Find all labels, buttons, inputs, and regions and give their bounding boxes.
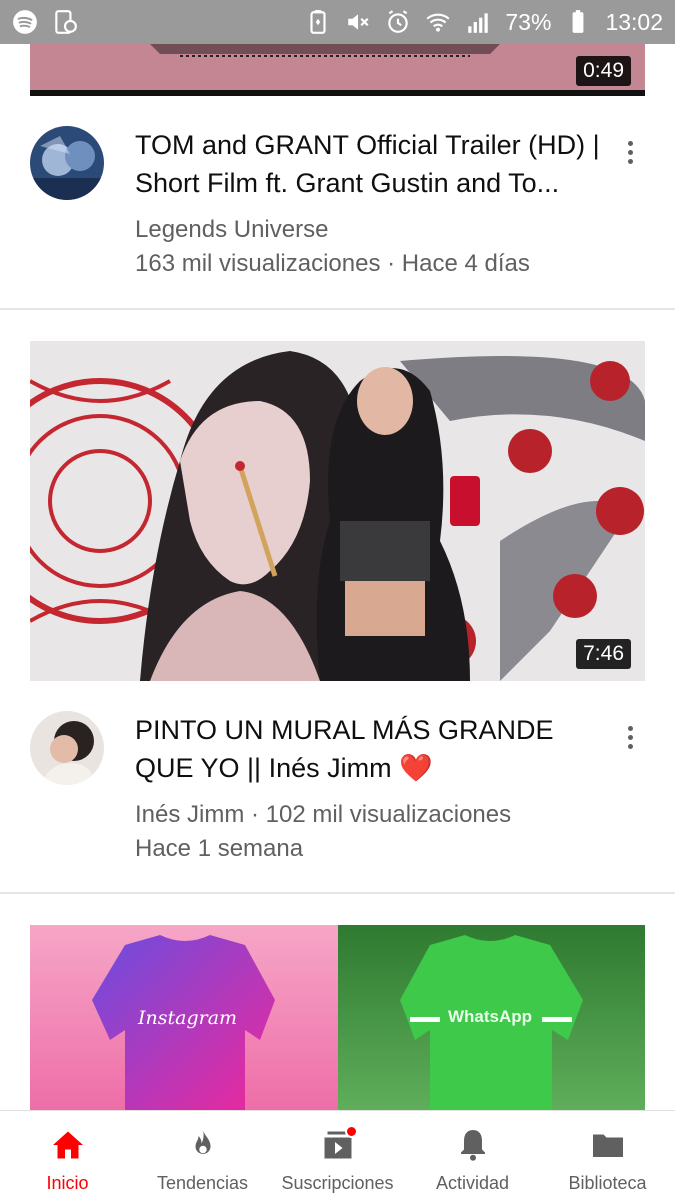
- alarm-icon: [385, 9, 411, 35]
- nav-label: Actividad: [435, 1173, 510, 1193]
- mute-icon: [345, 9, 371, 35]
- video-channel-stats[interactable]: Inés Jimm · 102 mil visualizaciones: [135, 797, 605, 832]
- channel-avatar[interactable]: [30, 126, 104, 200]
- divider: [0, 892, 675, 894]
- subscriptions-icon: [318, 1125, 358, 1165]
- status-bar: 73% 13:02: [0, 0, 675, 44]
- video-upload-date: Hace 1 semana: [135, 835, 304, 862]
- instagram-label: Instagram: [138, 1007, 238, 1029]
- clock: 13:02: [605, 8, 663, 35]
- video-duration: 7:46: [576, 639, 631, 669]
- nav-item-tendencias[interactable]: Tendencias: [135, 1111, 270, 1200]
- nav-label: Inicio: [46, 1173, 89, 1193]
- nav-label: Suscripciones: [281, 1173, 394, 1193]
- bottom-navigation: Inicio Tendencias Suscripciones Activida…: [0, 1110, 675, 1200]
- video-title[interactable]: TOM and GRANT Official Trailer (HD) | Sh…: [135, 126, 605, 202]
- thumbnail-image: [30, 925, 645, 1110]
- nav-item-actividad[interactable]: Actividad: [405, 1111, 540, 1200]
- battery-percent: 73%: [505, 8, 552, 35]
- video-feed[interactable]: 0:49 TOM and GRANT Official Trailer (HD)…: [0, 44, 675, 1110]
- video-meta[interactable]: PINTO UN MURAL MÁS GRANDE QUE YO || Inés…: [30, 709, 645, 889]
- fire-icon: [183, 1125, 223, 1165]
- video-stats: 163 mil visualizaciones · Hace 4 días: [135, 250, 530, 277]
- spotify-icon: [12, 9, 38, 35]
- notification-dot: [344, 1125, 358, 1138]
- bell-icon: [453, 1125, 493, 1165]
- folder-icon: [588, 1125, 628, 1165]
- wifi-icon: [425, 9, 451, 35]
- more-options-button[interactable]: [615, 132, 645, 172]
- nav-label: Tendencias: [156, 1173, 249, 1193]
- nav-item-biblioteca[interactable]: Biblioteca: [540, 1111, 675, 1200]
- video-meta[interactable]: TOM and GRANT Official Trailer (HD) | Sh…: [30, 124, 645, 304]
- video-thumbnail[interactable]: 0:49: [30, 44, 645, 96]
- battery-icon: [565, 9, 591, 35]
- whatsapp-label: WhatsApp: [448, 1007, 533, 1026]
- nav-item-suscripciones[interactable]: Suscripciones: [270, 1111, 405, 1200]
- video-thumbnail[interactable]: Instagram WhatsApp: [30, 925, 645, 1110]
- nav-label: Biblioteca: [568, 1173, 647, 1193]
- thumbnail-image: [30, 44, 645, 96]
- home-icon: [48, 1125, 88, 1165]
- thumbnail-image: [30, 341, 645, 681]
- video-channel[interactable]: Legends Universe: [135, 212, 605, 247]
- video-title[interactable]: PINTO UN MURAL MÁS GRANDE QUE YO || Inés…: [135, 711, 605, 787]
- divider: [0, 308, 675, 310]
- video-thumbnail[interactable]: 7:46: [30, 341, 645, 681]
- nav-item-inicio[interactable]: Inicio: [0, 1111, 135, 1200]
- signal-icon: [465, 9, 491, 35]
- more-options-button[interactable]: [615, 717, 645, 757]
- battery-saver-icon: [305, 9, 331, 35]
- channel-avatar[interactable]: [30, 711, 104, 785]
- screen-icon: [52, 9, 78, 35]
- video-duration: 0:49: [576, 56, 631, 86]
